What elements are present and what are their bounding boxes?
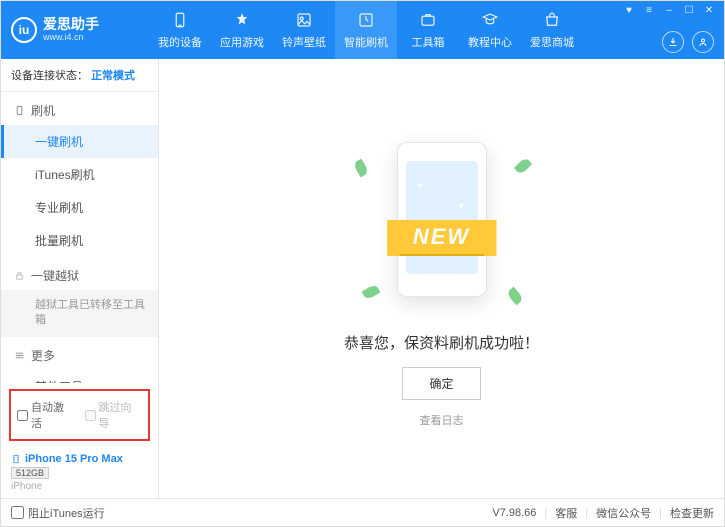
phone-icon — [13, 105, 25, 117]
sidebar-section-jailbreak[interactable]: 一键越狱 — [1, 257, 158, 290]
connection-status: 设备连接状态： 正常模式 — [1, 59, 158, 92]
nav-label: 铃声壁纸 — [282, 34, 326, 50]
nav-item-store[interactable]: 爱思商城 — [521, 1, 583, 59]
nav-label: 工具箱 — [412, 34, 445, 50]
window-list-icon[interactable]: ≡ — [642, 3, 656, 17]
apps-icon — [232, 10, 252, 30]
confirm-button[interactable]: 确定 — [402, 367, 480, 400]
nav-item-media[interactable]: 铃声壁纸 — [273, 1, 335, 59]
nav-item-tools[interactable]: 工具箱 — [397, 1, 459, 59]
checkbox-input[interactable] — [85, 410, 96, 421]
sidebar-item-itunes[interactable]: iTunes刷机 — [1, 158, 158, 191]
nav-item-device[interactable]: 我的设备 — [149, 1, 211, 59]
sidebar-section-flash[interactable]: 刷机 — [1, 92, 158, 125]
user-icon[interactable] — [692, 31, 714, 53]
device-storage-badge: 512GB — [11, 467, 49, 479]
checkbox-label: 跳过向导 — [99, 399, 143, 431]
sidebar-item-jailbreak-moved: 越狱工具已转移至工具箱 — [1, 290, 158, 337]
version-label: V7.98.66 — [492, 507, 536, 519]
footer-link-update[interactable]: 检查更新 — [670, 505, 714, 521]
nav-item-apps[interactable]: 应用游戏 — [211, 1, 273, 59]
window-close-icon[interactable]: ✕ — [702, 3, 716, 17]
more-icon — [13, 349, 25, 361]
checkbox-label: 自动激活 — [31, 399, 75, 431]
checkbox-skip-wizard[interactable]: 跳过向导 — [85, 399, 143, 431]
checkbox-input[interactable] — [11, 506, 24, 519]
nav-label: 应用游戏 — [220, 34, 264, 50]
media-icon — [294, 10, 314, 30]
sidebar-section-more[interactable]: 更多 — [1, 337, 158, 370]
window-maximize-icon[interactable]: ☐ — [682, 3, 696, 17]
window-minimize-icon[interactable]: – — [662, 3, 676, 17]
nav-label: 教程中心 — [468, 34, 512, 50]
block-itunes-checkbox[interactable]: 阻止iTunes运行 — [11, 505, 105, 521]
tools-icon — [418, 10, 438, 30]
checkbox-input[interactable] — [17, 410, 28, 421]
header: iu 爱思助手 www.i4.cn 我的设备 应用游戏 铃声壁纸 智能刷机 工具… — [1, 1, 724, 59]
lock-icon — [13, 270, 25, 282]
footer-link-service[interactable]: 客服 — [555, 505, 577, 521]
checkbox-highlight-box: 自动激活 跳过向导 — [9, 389, 150, 441]
sidebar: 设备连接状态： 正常模式 刷机 一键刷机 iTunes刷机 专业刷机 批量刷机 … — [1, 59, 159, 498]
sidebar-item-oneclick[interactable]: 一键刷机 — [1, 125, 158, 158]
brand-logo-icon: iu — [11, 17, 37, 43]
section-label: 更多 — [31, 347, 55, 364]
nav-label: 我的设备 — [158, 34, 202, 50]
brand-title: 爱思助手 — [43, 17, 99, 32]
brand-url: www.i4.cn — [43, 33, 99, 43]
device-info: iPhone 15 Pro Max 512GB iPhone — [1, 447, 158, 498]
sidebar-item-pro[interactable]: 专业刷机 — [1, 191, 158, 224]
store-icon — [542, 10, 562, 30]
device-type: iPhone — [11, 481, 148, 492]
checkbox-auto-activate[interactable]: 自动激活 — [17, 399, 75, 431]
sidebar-item-other-tools[interactable]: 其他工具 — [1, 370, 158, 383]
section-label: 刷机 — [31, 102, 55, 119]
flash-icon — [356, 10, 376, 30]
status-value: 正常模式 — [91, 70, 135, 82]
header-right: ♥ ≡ – ☐ ✕ — [622, 3, 716, 17]
download-icon[interactable] — [662, 31, 684, 53]
sidebar-item-batch[interactable]: 批量刷机 — [1, 224, 158, 257]
success-message: 恭喜您，保资料刷机成功啦！ — [344, 332, 539, 353]
new-ribbon: NEW — [399, 220, 484, 254]
device-icon — [170, 10, 190, 30]
view-log-link[interactable]: 查看日志 — [420, 412, 464, 428]
section-label: 一键越狱 — [31, 267, 79, 284]
footer-link-wechat[interactable]: 微信公众号 — [596, 505, 651, 521]
window-menu-icon[interactable]: ♥ — [622, 3, 636, 17]
footer: 阻止iTunes运行 V7.98.66 | 客服 | 微信公众号 | 检查更新 — [1, 498, 724, 526]
success-illustration: ✦✦✦ NEW — [342, 130, 542, 310]
nav-label: 爱思商城 — [530, 34, 574, 50]
brand: iu 爱思助手 www.i4.cn — [11, 17, 131, 43]
status-label: 设备连接状态： — [11, 70, 88, 82]
device-name[interactable]: iPhone 15 Pro Max — [11, 453, 148, 465]
tutorial-icon — [480, 10, 500, 30]
nav-item-tutorial[interactable]: 教程中心 — [459, 1, 521, 59]
main-content: ✦✦✦ NEW 恭喜您，保资料刷机成功啦！ 确定 查看日志 — [159, 59, 724, 498]
nav-label: 智能刷机 — [344, 34, 388, 50]
nav-item-flash[interactable]: 智能刷机 — [335, 1, 397, 59]
checkbox-label: 阻止iTunes运行 — [28, 505, 105, 521]
